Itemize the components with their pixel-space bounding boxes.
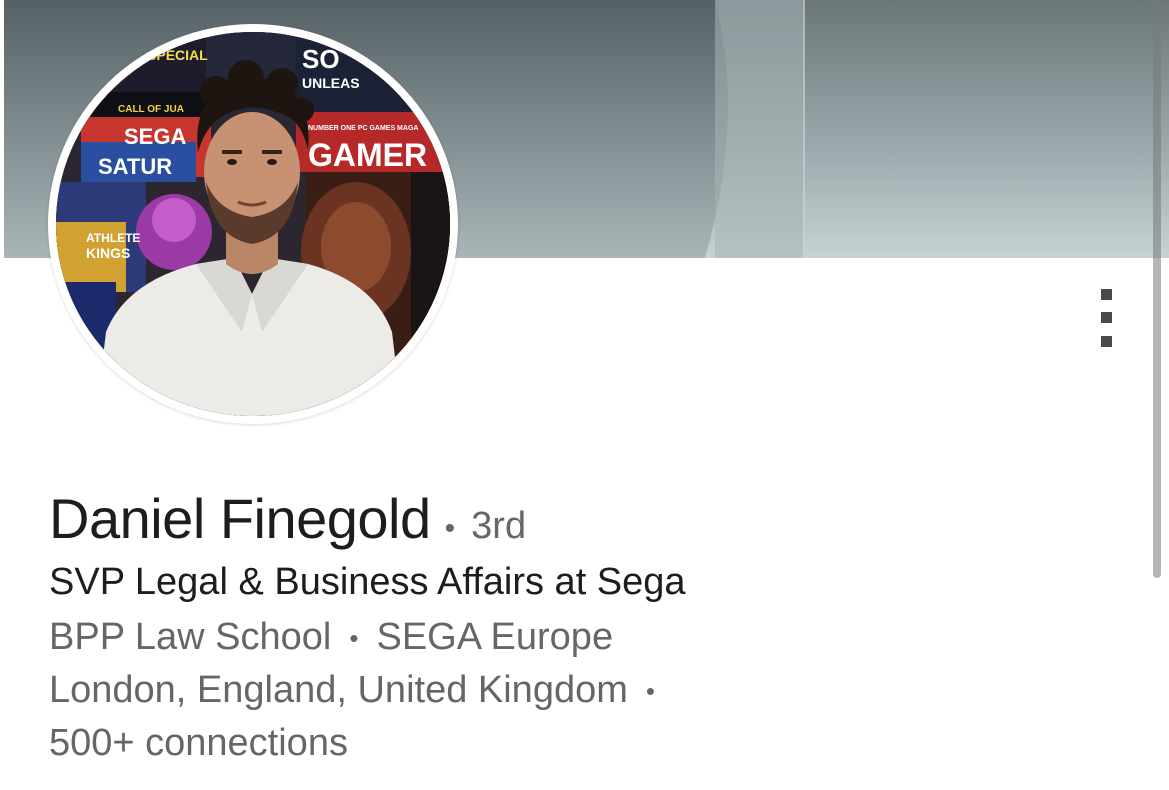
mag-text-5: SEGA: [124, 124, 186, 149]
scrollbar-thumb[interactable]: [1153, 0, 1161, 578]
education-link[interactable]: BPP Law School: [49, 616, 331, 658]
mag-text-7: GAMER: [308, 137, 427, 173]
connection-degree: 3rd: [471, 505, 527, 547]
profile-name: Daniel Finegold: [49, 487, 431, 550]
mag-text-6: SATUR: [98, 154, 172, 179]
company-link[interactable]: SEGA Europe: [376, 616, 613, 658]
mag-text-4: CALL OF JUA: [118, 104, 184, 115]
mag-text-3: UNLEAS: [302, 75, 360, 91]
avatar-photo: E3 SPECIAL SO UNLEAS CALL OF JUA SEGA SA…: [56, 32, 450, 416]
location-line: London, England, United Kingdom •: [49, 669, 673, 712]
mag-text-9: ATHLETE: [86, 231, 140, 245]
profile-headline: SVP Legal & Business Affairs at Sega: [49, 561, 686, 603]
mag-text-1: E3 SPECIAL: [126, 47, 208, 63]
profile-page: E3 SPECIAL SO UNLEAS CALL OF JUA SEGA SA…: [0, 0, 1169, 790]
avatar-illustration: E3 SPECIAL SO UNLEAS CALL OF JUA SEGA SA…: [56, 32, 450, 416]
connections-count[interactable]: 500+ connections: [49, 722, 348, 765]
more-options-button[interactable]: [1088, 280, 1126, 356]
education-company-line: BPP Law School • SEGA Europe: [49, 616, 613, 659]
profile-avatar[interactable]: E3 SPECIAL SO UNLEAS CALL OF JUA SEGA SA…: [48, 24, 458, 424]
degree-separator: •: [444, 512, 456, 545]
meta-separator: •: [349, 623, 359, 654]
mag-text-2: SO: [302, 44, 340, 74]
location-separator: •: [645, 676, 655, 707]
profile-location: London, England, United Kingdom: [49, 669, 628, 711]
mag-text-10: KINGS: [86, 245, 130, 261]
mag-text-8: NUMBER ONE PC GAMES MAGA: [308, 125, 418, 132]
name-row: Daniel Finegold • 3rd: [49, 486, 526, 552]
